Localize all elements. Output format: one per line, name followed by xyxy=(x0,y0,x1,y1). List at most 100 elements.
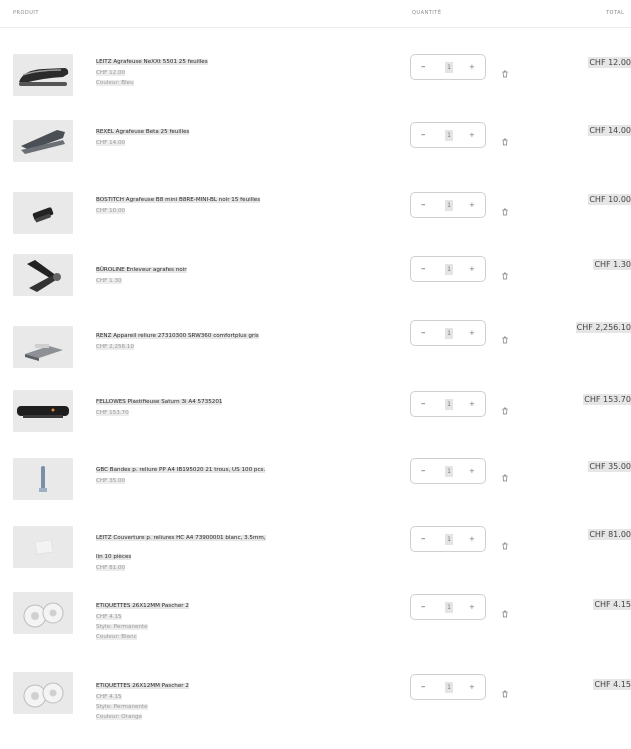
decrease-quantity-button[interactable]: – xyxy=(421,329,426,338)
increase-quantity-button[interactable]: + xyxy=(469,201,475,210)
quantity-stepper: – 1 + xyxy=(410,122,486,148)
increase-quantity-button[interactable]: + xyxy=(469,400,475,409)
cart-row: LEITZ Agrafeuse NeXXt 5501 25 feuilles CH… xyxy=(0,44,631,112)
line-total: CHF 12.00 xyxy=(588,57,631,68)
increase-quantity-button[interactable]: + xyxy=(469,329,475,338)
product-price: CHF 12.00 xyxy=(96,69,266,77)
line-total: CHF 153.70 xyxy=(583,394,631,405)
increase-quantity-button[interactable]: + xyxy=(469,467,475,476)
quantity-input[interactable]: 1 xyxy=(445,602,453,613)
increase-quantity-button[interactable]: + xyxy=(469,131,475,140)
product-price-text: CHF 81.00 xyxy=(96,565,126,571)
mini-stapler-icon[interactable] xyxy=(13,192,73,234)
trash-icon[interactable] xyxy=(501,329,509,344)
quantity-input[interactable]: 1 xyxy=(445,682,453,693)
trash-icon[interactable] xyxy=(501,400,509,415)
trash-icon[interactable] xyxy=(501,683,509,698)
trash-icon[interactable] xyxy=(501,131,509,146)
label-rolls-icon[interactable] xyxy=(13,592,73,634)
increase-quantity-button[interactable]: + xyxy=(469,63,475,72)
product-price-text: CHF 14.00 xyxy=(96,140,126,146)
product-option: Couleur: Bleu xyxy=(96,79,266,87)
product-price: CHF 153.70 xyxy=(96,409,266,417)
quantity-input[interactable]: 1 xyxy=(445,399,453,410)
product-name-link[interactable]: RENZ Appareil reliure 27310300 SRW360 co… xyxy=(96,333,259,339)
product-name-link[interactable]: BOSTITCH Agrafeuse B8 mini B8RE-MINI-BL … xyxy=(96,197,261,203)
product-option-text: Style: Permanente xyxy=(96,624,148,630)
line-total: CHF 1.30 xyxy=(593,259,631,270)
product-option: Style: Permanente xyxy=(96,703,266,711)
column-header-total: TOTAL xyxy=(606,10,625,16)
quantity-input[interactable]: 1 xyxy=(445,62,453,73)
product-name-link[interactable]: LEITZ Agrafeuse NeXXt 5501 25 feuilles xyxy=(96,59,208,65)
trash-icon[interactable] xyxy=(501,201,509,216)
product-name-link[interactable]: GBC Bandes p. reliure PP A4 IB195020 21 … xyxy=(96,467,266,473)
increase-quantity-button[interactable]: + xyxy=(469,603,475,612)
product-info: REXEL Agrafeuse Beta 25 feuilles CHF 14.0… xyxy=(96,118,266,147)
line-total: CHF 10.00 xyxy=(588,194,631,205)
product-price: CHF 2,256.10 xyxy=(96,343,266,351)
quantity-stepper: – 1 + xyxy=(410,674,486,700)
product-info: ETIQUETTES 26X12MM Pascher 2 CHF 4.15 Styl… xyxy=(96,672,266,721)
product-option: Couleur: Orange xyxy=(96,713,266,721)
cart-header: PRODUIT QUANTITÉ TOTAL xyxy=(0,0,631,28)
decrease-quantity-button[interactable]: – xyxy=(421,603,426,612)
cart-row: RENZ Appareil reliure 27310300 SRW360 co… xyxy=(0,318,631,386)
quantity-stepper: – 1 + xyxy=(410,526,486,552)
product-name-link[interactable]: ETIQUETTES 26X12MM Pascher 2 xyxy=(96,603,189,609)
quantity-input[interactable]: 1 xyxy=(445,130,453,141)
product-price-text: CHF 4.15 xyxy=(96,694,122,700)
product-option: Style: Permanente xyxy=(96,623,266,631)
decrease-quantity-button[interactable]: – xyxy=(421,265,426,274)
decrease-quantity-button[interactable]: – xyxy=(421,683,426,692)
decrease-quantity-button[interactable]: – xyxy=(421,400,426,409)
product-option: Couleur: Blanc xyxy=(96,633,266,641)
product-option-text: Couleur: Orange xyxy=(96,714,142,720)
product-name-link[interactable]: BÜROLINE Enleveur agrafes noir xyxy=(96,267,187,273)
quantity-input[interactable]: 1 xyxy=(445,466,453,477)
trash-icon[interactable] xyxy=(501,603,509,618)
product-option-text: Style: Permanente xyxy=(96,704,148,710)
product-price: CHF 35.00 xyxy=(96,477,266,485)
trash-icon[interactable] xyxy=(501,535,509,550)
column-header-quantity: QUANTITÉ xyxy=(412,10,442,16)
decrease-quantity-button[interactable]: – xyxy=(421,63,426,72)
quantity-stepper: – 1 + xyxy=(410,320,486,346)
trash-icon[interactable] xyxy=(501,467,509,482)
product-name-link[interactable]: LEITZ Couverture p. reliures HC A4 73900… xyxy=(96,535,266,560)
product-info: FELLOWES Plastifieuse Saturn 3i A4 57352… xyxy=(96,388,266,417)
product-name-link[interactable]: FELLOWES Plastifieuse Saturn 3i A4 57352… xyxy=(96,399,223,405)
cart-row: BÜROLINE Enleveur agrafes noir CHF 1.30 – 1… xyxy=(0,252,631,320)
increase-quantity-button[interactable]: + xyxy=(469,683,475,692)
binding-cover-icon[interactable] xyxy=(13,526,73,568)
product-name-link[interactable]: ETIQUETTES 26X12MM Pascher 2 xyxy=(96,683,189,689)
decrease-quantity-button[interactable]: – xyxy=(421,131,426,140)
quantity-input[interactable]: 1 xyxy=(445,534,453,545)
trash-icon[interactable] xyxy=(501,265,509,280)
staple-remover-icon[interactable] xyxy=(13,254,73,296)
product-name-link[interactable]: REXEL Agrafeuse Beta 25 feuilles xyxy=(96,129,190,135)
line-total: CHF 2,256.10 xyxy=(575,322,631,333)
product-price-text: CHF 12.00 xyxy=(96,70,126,76)
product-price: CHF 10.00 xyxy=(96,207,266,215)
line-total: CHF 4.15 xyxy=(593,679,631,690)
increase-quantity-button[interactable]: + xyxy=(469,265,475,274)
product-price: CHF 4.15 xyxy=(96,613,266,621)
binding-machine-icon[interactable] xyxy=(13,326,73,368)
product-price-text: CHF 1.30 xyxy=(96,278,122,284)
quantity-input[interactable]: 1 xyxy=(445,328,453,339)
laminator-icon[interactable] xyxy=(13,390,73,432)
decrease-quantity-button[interactable]: – xyxy=(421,467,426,476)
increase-quantity-button[interactable]: + xyxy=(469,535,475,544)
decrease-quantity-button[interactable]: – xyxy=(421,201,426,210)
stapler-black-icon[interactable] xyxy=(13,54,73,96)
product-price-text: CHF 35.00 xyxy=(96,478,126,484)
trash-icon[interactable] xyxy=(501,63,509,78)
stapler-grey-icon[interactable] xyxy=(13,120,73,162)
label-rolls-icon[interactable] xyxy=(13,672,73,714)
quantity-input[interactable]: 1 xyxy=(445,200,453,211)
decrease-quantity-button[interactable]: – xyxy=(421,535,426,544)
quantity-input[interactable]: 1 xyxy=(445,264,453,275)
binding-strip-icon[interactable] xyxy=(13,458,73,500)
cart-row: ETIQUETTES 26X12MM Pascher 2 CHF 4.15 Styl… xyxy=(0,668,631,736)
